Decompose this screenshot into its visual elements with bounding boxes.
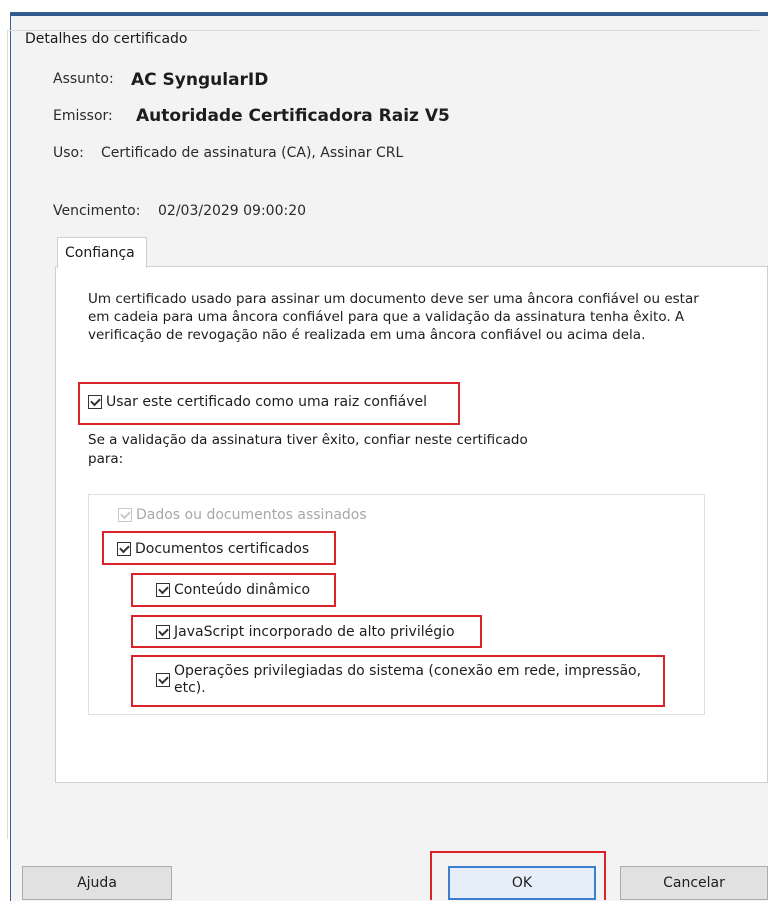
ok-button[interactable]: OK: [448, 866, 596, 900]
option-javascript-row[interactable]: JavaScript incorporado de alto privilégi…: [156, 624, 455, 640]
option-signed-data-row: Dados ou documentos assinados: [118, 507, 367, 523]
dynamic-content-label: Conteúdo dinâmico: [174, 582, 311, 598]
expiry-value: 02/03/2029 09:00:20: [158, 203, 307, 219]
usage-value: Certificado de assinatura (CA), Assinar …: [101, 145, 404, 161]
trusted-root-checkbox-row[interactable]: Usar este certificado como uma raiz conf…: [88, 394, 427, 410]
help-button[interactable]: Ajuda: [22, 866, 172, 900]
signed-data-label: Dados ou documentos assinados: [136, 507, 367, 523]
subject-value: AC SyngularID: [131, 70, 269, 90]
privileged-ops-checkbox[interactable]: [156, 673, 170, 687]
issuer-value: Autoridade Certificadora Raiz V5: [136, 106, 450, 126]
signed-data-checkbox: [118, 508, 132, 522]
javascript-checkbox[interactable]: [156, 625, 170, 639]
dynamic-content-checkbox[interactable]: [156, 583, 170, 597]
privileged-ops-label: Operações privilegiadas do sistema (cone…: [174, 663, 642, 696]
trusted-root-label: Usar este certificado como uma raiz conf…: [106, 394, 428, 410]
certified-docs-checkbox[interactable]: [117, 542, 131, 556]
trust-intro-text: Se a validação da assinatura tiver êxito…: [88, 432, 528, 467]
group-title: Detalhes do certificado: [22, 31, 191, 47]
expiry-label: Vencimento:: [53, 203, 141, 219]
option-privileged-ops-row[interactable]: Operações privilegiadas do sistema (cone…: [156, 663, 661, 697]
certified-docs-label: Documentos certificados: [135, 541, 310, 557]
subject-label: Assunto:: [53, 71, 114, 87]
cancel-button[interactable]: Cancelar: [620, 866, 768, 900]
option-dynamic-content-row[interactable]: Conteúdo dinâmico: [156, 582, 310, 598]
javascript-label: JavaScript incorporado de alto privilégi…: [174, 624, 455, 640]
trusted-root-checkbox[interactable]: [88, 395, 102, 409]
trust-description: Um certificado usado para assinar um doc…: [88, 291, 699, 343]
tab-trust[interactable]: Confiança: [57, 237, 147, 268]
usage-label: Uso:: [53, 145, 84, 161]
issuer-label: Emissor:: [53, 108, 113, 124]
option-certified-docs-row[interactable]: Documentos certificados: [117, 541, 309, 557]
